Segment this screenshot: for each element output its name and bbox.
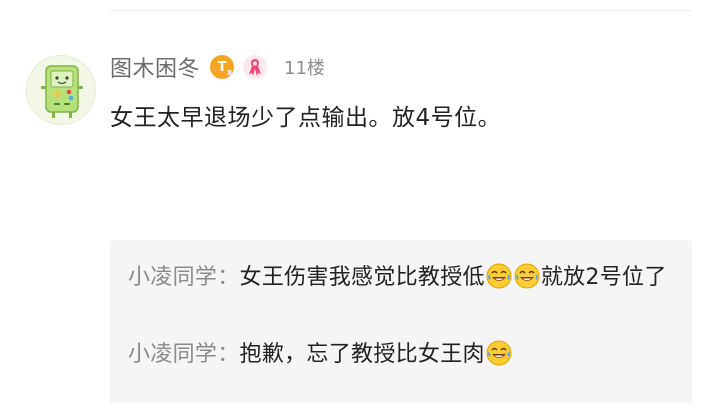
reply-list: 小凌同学：女王伤害我感觉比教授低 就放2号位了 小凌同学：抱歉，忘了教授比女王肉: [110, 240, 692, 403]
avatar[interactable]: [26, 55, 96, 125]
laugh-cry-emoji-icon: [486, 263, 512, 289]
level-badge-letter: T: [217, 59, 227, 75]
level-badge-number: 8: [227, 69, 233, 77]
reply-item[interactable]: 小凌同学：抱歉，忘了教授比女王肉: [128, 336, 680, 374]
reply-item[interactable]: 小凌同学：女王伤害我感觉比教授低 就放2号位了: [128, 259, 680, 297]
reply-separator: ：: [217, 342, 240, 367]
post-content: 女王太早退场少了点输出。放4号位。: [110, 105, 502, 131]
reply-text: 抱歉，忘了教授比女王肉: [239, 342, 485, 367]
post-header: 图木困冬 T 8 11楼: [110, 50, 325, 84]
top-divider: [110, 10, 692, 11]
laugh-cry-emoji-icon: [514, 263, 540, 289]
level-badge-icon: T 8: [210, 55, 235, 79]
ribbon-badge-icon: [243, 55, 268, 79]
reply-author[interactable]: 小凌同学: [128, 342, 217, 367]
reply-author[interactable]: 小凌同学: [128, 265, 217, 290]
game-console-avatar-icon: [41, 65, 83, 118]
reply-separator: ：: [217, 265, 240, 290]
laugh-cry-emoji-icon: [486, 340, 512, 366]
username[interactable]: 图木困冬: [110, 51, 200, 83]
reply-text: 女王伤害我感觉比教授低: [239, 265, 485, 290]
floor-number: 11楼: [284, 58, 325, 79]
reply-text-tail: 就放2号位了: [540, 265, 667, 290]
